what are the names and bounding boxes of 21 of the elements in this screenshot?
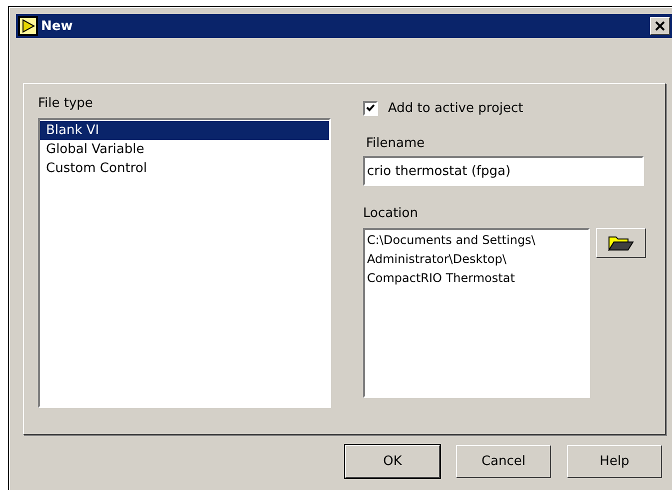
close-icon [655, 21, 665, 31]
dialog-button[interactable]: Cancel [456, 445, 551, 478]
list-item[interactable]: Blank VI [40, 121, 329, 140]
file-type-list[interactable]: Blank VI Global Variable Custom Control [38, 118, 331, 408]
checkbox-label: Add to active project [388, 100, 524, 116]
list-item[interactable]: Custom Control [40, 159, 329, 178]
dialog-button[interactable]: Help [567, 445, 662, 478]
location-label: Location [363, 205, 419, 223]
file-type-label: File type [38, 95, 94, 113]
checkbox[interactable] [363, 100, 378, 116]
play-icon [18, 16, 38, 36]
close-button[interactable] [650, 17, 670, 35]
folder-icon [608, 235, 634, 251]
filename-label: Filename [366, 135, 426, 153]
list-item[interactable]: Global Variable [40, 140, 329, 159]
location-field[interactable]: C:\Documents and Settings\ Administrator\Desktop\ CompactRIO Thermostat [363, 228, 590, 398]
filename-field[interactable]: crio thermostat (fpga) [363, 156, 644, 186]
check-icon [366, 104, 375, 112]
dialog-button[interactable]: OK [345, 445, 440, 478]
browse-button[interactable] [596, 228, 646, 258]
window-title: New [41, 18, 74, 34]
